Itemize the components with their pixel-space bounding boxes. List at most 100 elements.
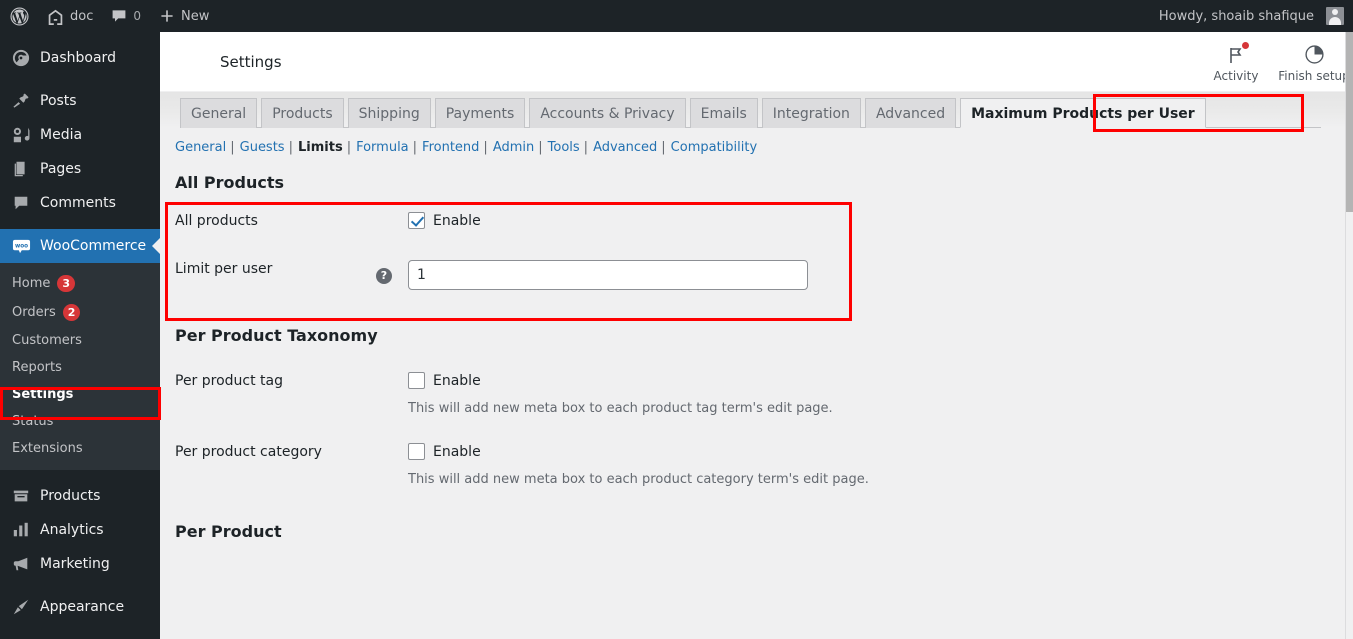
wordpress-logo-button[interactable]	[0, 0, 38, 32]
sidebar-gap-2	[0, 220, 160, 229]
submenu-item-extensions[interactable]: Extensions	[0, 435, 160, 462]
row-description: This will add new meta box to each produ…	[408, 401, 833, 416]
tab-products[interactable]: Products	[261, 98, 344, 128]
sidebar-item-appearance[interactable]: Appearance	[0, 590, 160, 624]
activity-label: Activity	[1213, 68, 1259, 83]
products-icon	[11, 486, 31, 506]
sidebar-item-dashboard[interactable]: Dashboard	[0, 41, 160, 75]
per-product-tag-enable-checkbox[interactable]	[408, 372, 425, 389]
row-field: Enable This will add new meta box to eac…	[408, 443, 1353, 487]
progress-circle-icon	[1304, 43, 1325, 65]
megaphone-icon	[11, 554, 31, 574]
finish-setup-button[interactable]: Finish setup	[1275, 41, 1353, 83]
sidebar-top-gap	[0, 32, 160, 41]
sidebar-item-analytics[interactable]: Analytics	[0, 513, 160, 547]
section-title-all-products: All Products	[175, 173, 285, 192]
submenu-item-settings[interactable]: Settings	[0, 381, 160, 408]
tab-general[interactable]: General	[180, 98, 258, 128]
sidebar-item-label: Media	[40, 127, 83, 143]
subnav-item-compatibility[interactable]: Compatibility	[671, 140, 758, 155]
sidebar-item-woocommerce[interactable]: woo WooCommerce	[0, 229, 160, 263]
subnav-item-limits[interactable]: Limits	[298, 140, 343, 155]
sidebar-gap-4	[0, 581, 160, 590]
help-icon[interactable]: ?	[376, 268, 392, 284]
tab-advanced[interactable]: Advanced	[864, 98, 957, 128]
sidebar-item-products[interactable]: Products	[0, 479, 160, 513]
activity-button[interactable]: Activity	[1197, 41, 1275, 83]
row-limit-per-user: Limit per user ? 1	[175, 229, 1353, 290]
comment-count: 0	[133, 9, 141, 23]
all-products-enable-control[interactable]: Enable	[408, 212, 1353, 229]
page-title: Settings	[220, 52, 282, 71]
subnav-item-admin[interactable]: Admin	[493, 140, 534, 155]
limit-per-user-input[interactable]: 1	[408, 260, 808, 290]
sidebar-item-posts[interactable]: Posts	[0, 84, 160, 118]
comment-icon	[11, 193, 31, 213]
sidebar-gap-3	[0, 470, 160, 479]
site-name-button[interactable]: doc	[38, 0, 102, 32]
wordpress-logo-icon	[10, 6, 29, 26]
all-products-enable-checkbox[interactable]	[408, 212, 425, 229]
subnav-separator: |	[483, 140, 488, 155]
submenu-item-home[interactable]: Home 3	[0, 269, 160, 298]
pages-icon	[11, 159, 31, 179]
sidebar-item-label: Comments	[40, 195, 116, 211]
section-title-per-product: Per Product	[175, 522, 282, 541]
new-label: New	[181, 8, 210, 24]
sidebar-item-label: Marketing	[40, 556, 110, 572]
submenu-item-orders[interactable]: Orders 2	[0, 298, 160, 327]
woocommerce-header: Settings Activity Finish setup	[160, 32, 1353, 92]
subnav-separator: |	[288, 140, 293, 155]
per-product-category-enable-checkbox[interactable]	[408, 443, 425, 460]
scrollbar-thumb[interactable]	[1346, 32, 1353, 212]
subnav-item-guests[interactable]: Guests	[240, 140, 285, 155]
sidebar-item-marketing[interactable]: Marketing	[0, 547, 160, 581]
active-tab-annotation-box	[1093, 94, 1304, 132]
sidebar-item-label: Analytics	[40, 522, 104, 538]
per-product-tag-enable-control[interactable]: Enable	[408, 372, 1353, 389]
sidebar-item-label: WooCommerce	[40, 238, 147, 254]
row-description: This will add new meta box to each produ…	[408, 472, 869, 487]
row-field: Enable	[408, 212, 1353, 229]
subnav-separator: |	[538, 140, 543, 155]
sidebar-item-comments[interactable]: Comments	[0, 186, 160, 220]
finish-setup-label: Finish setup	[1278, 68, 1350, 83]
subnav-item-tools[interactable]: Tools	[548, 140, 580, 155]
woocommerce-icon: woo	[11, 236, 31, 256]
main-content: Settings Activity Finish setup General P…	[160, 32, 1353, 639]
row-field: ? 1	[376, 260, 1353, 290]
new-content-button[interactable]: New	[150, 0, 218, 32]
row-field: Enable This will add new meta box to eac…	[408, 372, 1353, 416]
per-product-category-enable-control[interactable]: Enable	[408, 443, 1353, 460]
sidebar: Dashboard Posts Media Pages Comments woo…	[0, 32, 161, 639]
subnav-item-general[interactable]: General	[175, 140, 226, 155]
submenu-item-status[interactable]: Status	[0, 408, 160, 435]
svg-text:woo: woo	[14, 243, 27, 249]
section-title-per-product-taxonomy: Per Product Taxonomy	[175, 326, 378, 345]
tab-payments[interactable]: Payments	[434, 98, 526, 128]
sidebar-item-pages[interactable]: Pages	[0, 152, 160, 186]
home-count-badge: 3	[57, 275, 76, 292]
page-scrollbar[interactable]	[1345, 32, 1353, 639]
woocommerce-submenu: Home 3 Orders 2 Customers Reports Settin…	[0, 263, 160, 470]
subnav-item-formula[interactable]: Formula	[356, 140, 409, 155]
comment-bubble-icon	[111, 8, 127, 24]
subnav-item-frontend[interactable]: Frontend	[422, 140, 479, 155]
tab-emails[interactable]: Emails	[689, 98, 758, 128]
submenu-item-customers[interactable]: Customers	[0, 327, 160, 354]
tab-integration[interactable]: Integration	[761, 98, 861, 128]
account-menu-button[interactable]: Howdy, shoaib shafique	[1150, 0, 1353, 32]
analytics-icon	[11, 520, 31, 540]
media-icon	[11, 125, 31, 145]
submenu-item-reports[interactable]: Reports	[0, 354, 160, 381]
subnav-separator: |	[583, 140, 589, 155]
submenu-item-label: Customers	[12, 333, 82, 348]
home-icon	[47, 8, 64, 25]
submenu-item-label: Orders	[12, 305, 56, 320]
sidebar-item-media[interactable]: Media	[0, 118, 160, 152]
sidebar-item-label: Products	[40, 488, 101, 504]
comments-button[interactable]: 0	[102, 0, 150, 32]
subnav-item-advanced[interactable]: Advanced	[593, 140, 657, 155]
tab-shipping[interactable]: Shipping	[347, 98, 431, 128]
tab-accounts-privacy[interactable]: Accounts & Privacy	[529, 98, 686, 128]
